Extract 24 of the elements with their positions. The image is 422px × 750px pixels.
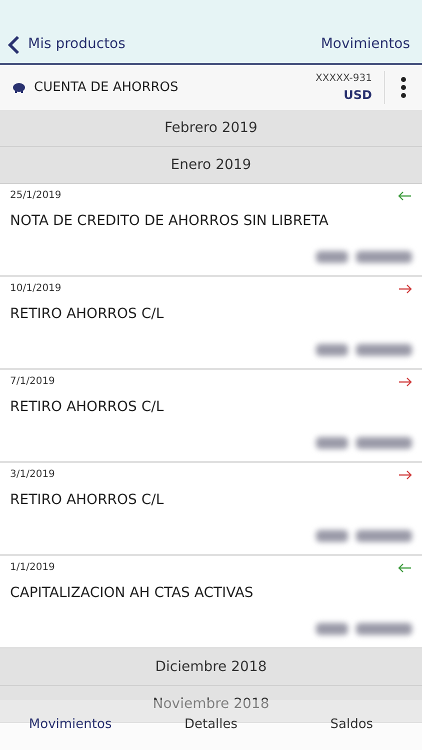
account-number: XXXXX-931 <box>316 72 372 86</box>
piggy-bank-icon <box>12 82 26 93</box>
screen-title: Movimientos <box>320 35 411 54</box>
transaction-description: RETIRO AHORROS C/L <box>10 305 165 324</box>
transaction-row[interactable]: 25/1/2019 NOTA DE CREDITO DE AHORROS SIN LIBRETA <box>0 184 422 277</box>
month-header: Febrero 2019 <box>0 110 422 147</box>
transaction-date: 7/1/2019 <box>10 375 55 389</box>
transaction-row[interactable]: 7/1/2019 RETIRO AHORROS C/L <box>0 370 422 463</box>
back-chevron-icon <box>8 34 20 54</box>
transaction-row[interactable]: 10/1/2019 RETIRO AHORROS C/L <box>0 277 422 370</box>
transaction-description: CAPITALIZACION AH CTAS ACTIVAS <box>10 584 254 603</box>
transaction-date: 3/1/2019 <box>10 468 55 482</box>
transaction-description: NOTA DE CREDITO DE AHORROS SIN LIBRETA <box>10 212 330 231</box>
back-button[interactable]: Mis productos <box>8 34 126 55</box>
month-header: Diciembre 2018 <box>0 649 422 686</box>
transaction-description: RETIRO AHORROS C/L <box>10 491 165 510</box>
month-header: Enero 2019 <box>0 147 422 184</box>
transaction-date: 1/1/2019 <box>10 561 55 575</box>
transaction-date: 25/1/2019 <box>10 189 62 203</box>
transaction-row[interactable]: 3/1/2019 RETIRO AHORROS C/L <box>0 463 422 556</box>
transaction-description: RETIRO AHORROS C/L <box>10 398 165 417</box>
account-name: CUENTA DE AHORROS <box>34 78 180 97</box>
account-currency: USD <box>344 87 372 104</box>
transaction-date: 10/1/2019 <box>10 282 62 296</box>
